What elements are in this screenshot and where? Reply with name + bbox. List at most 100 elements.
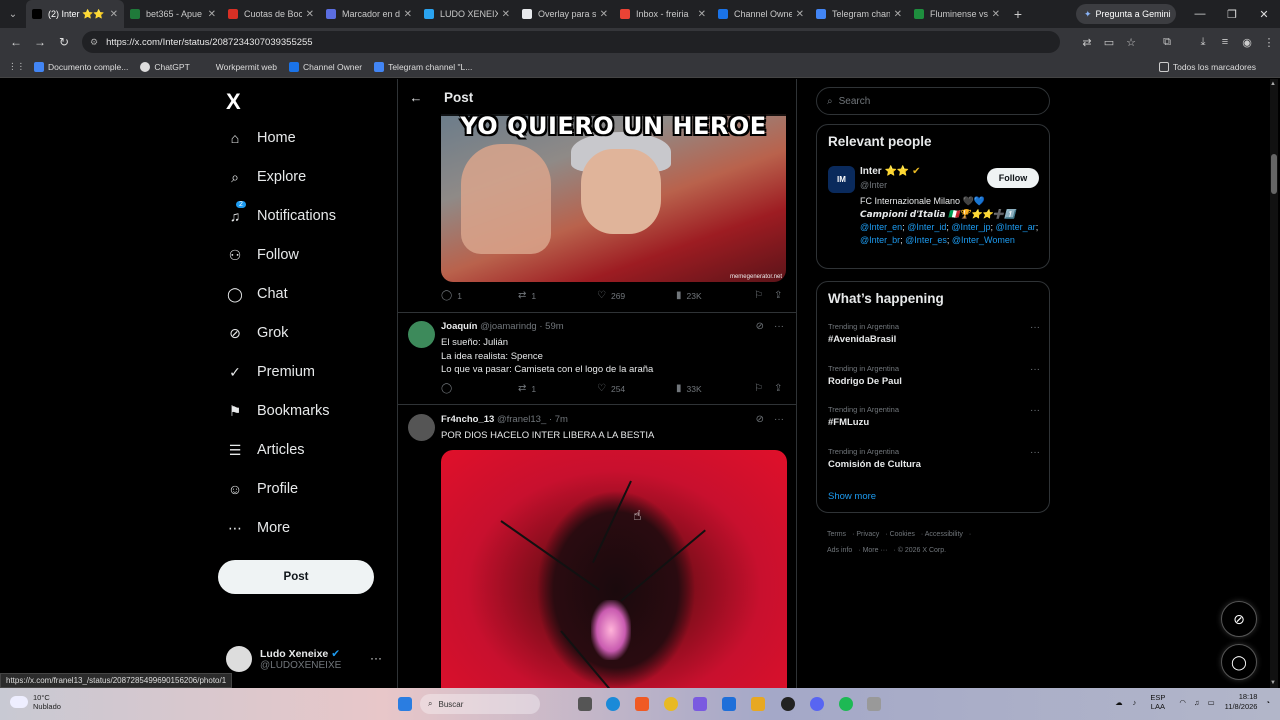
tab-close-icon[interactable]: ✕ — [894, 9, 902, 20]
menu-icon[interactable]: ⋮ — [1258, 36, 1280, 49]
volume-icon[interactable]: ♫ — [1194, 698, 1200, 707]
tab-close-icon[interactable]: ✕ — [306, 9, 314, 20]
tab-close-icon[interactable]: ✕ — [404, 9, 412, 20]
download-icon[interactable]: ⤓ — [1192, 36, 1214, 49]
task-view-icon[interactable] — [578, 697, 592, 711]
bookmark-star-icon[interactable]: ☆ — [1120, 36, 1142, 49]
sidebar-item-grok[interactable]: ⊘ Grok — [226, 324, 288, 342]
trend-more-icon[interactable]: ··· — [1030, 364, 1040, 375]
extensions-icon[interactable]: ⧉ — [1156, 36, 1178, 49]
translate-icon[interactable]: ⇄ — [1076, 36, 1098, 49]
forward-icon[interactable]: → — [28, 35, 52, 49]
browser-tab[interactable]: bet365 - Apue ✕ — [124, 0, 222, 28]
tab-close-icon[interactable]: ✕ — [502, 9, 510, 20]
tab-close-icon[interactable]: ✕ — [992, 9, 1000, 20]
cast-icon[interactable]: ▭ — [1098, 36, 1120, 49]
windows-start-icon[interactable] — [398, 697, 412, 711]
minimize-icon[interactable]: — — [1184, 8, 1216, 20]
tab-close-icon[interactable]: ✕ — [208, 9, 216, 20]
app-icon[interactable] — [693, 697, 707, 711]
tweet-time[interactable]: 7m — [555, 414, 568, 425]
browser-tab[interactable]: Marcador en d ✕ — [320, 0, 418, 28]
share-button[interactable]: ⇪ — [774, 290, 787, 301]
trend-item[interactable]: Trending in Argentina Comisión de Cultura… — [828, 447, 1040, 470]
follow-button[interactable]: Follow — [987, 168, 1039, 188]
repost-button[interactable]: ⇄ 1 — [518, 290, 536, 301]
taskbar-search[interactable]: ⌕ Buscar — [420, 694, 540, 714]
author-name[interactable]: Fr4ncho_13 — [441, 414, 494, 425]
footer-link[interactable]: More ··· — [863, 547, 888, 554]
discord-icon[interactable] — [810, 697, 824, 711]
trend-item[interactable]: Trending in Argentina #FMLuzu ··· — [828, 405, 1040, 428]
battery-icon[interactable]: ▭ — [1208, 698, 1215, 707]
views-button[interactable]: ▮ 33K — [676, 383, 702, 394]
app-icon[interactable] — [781, 697, 795, 711]
profile-link[interactable]: @Inter_br — [860, 235, 900, 245]
footer-link[interactable]: Privacy — [856, 531, 879, 538]
folder-icon[interactable] — [751, 697, 765, 711]
gemini-button[interactable]: ✦ Pregunta a Gemini — [1076, 4, 1176, 24]
profile-link[interactable]: @Inter_ar — [996, 222, 1036, 232]
meme-image[interactable]: YO QUIERO UN HEROE memegenerator.net — [441, 114, 786, 282]
scroll-up-icon[interactable]: ▲ — [1270, 81, 1276, 87]
tab-close-icon[interactable]: ✕ — [698, 9, 706, 20]
footer-link[interactable]: Terms — [827, 531, 846, 538]
all-bookmarks[interactable]: Todos los marcadores — [1158, 61, 1256, 72]
bookmark-item[interactable]: Documento comple... — [34, 61, 128, 72]
sidebar-item-notifications[interactable]: ♫ 2 Notifications — [226, 201, 336, 225]
apps-grid-icon[interactable]: ⋮⋮ — [8, 61, 25, 72]
sidebar-item-chat[interactable]: ◯ Chat — [226, 285, 287, 303]
chrome-icon[interactable] — [664, 697, 678, 711]
chat-fab-icon[interactable]: ◯ — [1221, 644, 1257, 680]
scroll-thumb[interactable] — [1271, 154, 1277, 194]
sidebar-item-premium[interactable]: ✓ Premium — [226, 363, 315, 381]
trend-item[interactable]: Trending in Argentina #AvenidaBrasil ··· — [828, 322, 1040, 345]
browser-tab[interactable]: Overlay para s ✕ — [516, 0, 614, 28]
inter-logo-icon[interactable]: IM — [828, 166, 855, 193]
store-icon[interactable] — [722, 697, 736, 711]
browser-tab[interactable]: Cuotas de Boc ✕ — [222, 0, 320, 28]
account-switcher[interactable]: Ludo Xeneixe ✔ @LUDOXENEIXE ··· — [226, 641, 386, 677]
weather-widget[interactable]: 10°C Nublado — [10, 693, 61, 711]
footer-link[interactable]: Accessibility — [925, 531, 963, 538]
scroll-down-icon[interactable]: ▼ — [1270, 680, 1276, 686]
grok-icon[interactable]: ⊘ — [756, 414, 764, 425]
browser-tab[interactable]: Channel Owne ✕ — [712, 0, 810, 28]
wifi-icon[interactable]: ◠ — [1179, 698, 1186, 707]
profile-link[interactable]: @Inter_jp — [951, 222, 990, 232]
trend-more-icon[interactable]: ··· — [1030, 405, 1040, 416]
like-button[interactable]: ♡ 254 — [597, 383, 625, 394]
account-more-icon[interactable]: ··· — [370, 651, 382, 665]
tweet-media-image[interactable] — [441, 450, 787, 688]
tab-close-icon[interactable]: ✕ — [110, 9, 118, 20]
profile-avatar-icon[interactable]: ◉ — [1236, 36, 1258, 49]
views-button[interactable]: ▮ 23K — [676, 290, 702, 301]
show-more-link[interactable]: Show more — [828, 491, 876, 502]
post-button[interactable]: Post — [218, 560, 374, 594]
trend-item[interactable]: Trending in Argentina Rodrigo De Paul ··· — [828, 364, 1040, 387]
trend-more-icon[interactable]: ··· — [1030, 447, 1040, 458]
edge-icon[interactable] — [606, 697, 620, 711]
grok-icon[interactable]: ⊘ — [756, 321, 764, 332]
like-button[interactable]: ♡ 269 — [597, 290, 625, 301]
sidebar-item-home[interactable]: ⌂ Home — [226, 129, 296, 147]
profile-link[interactable]: @Inter_en — [860, 222, 902, 232]
browser-tab[interactable]: Telegram chan ✕ — [810, 0, 908, 28]
repost-button[interactable]: ⇄ 1 — [518, 383, 536, 394]
author-name[interactable]: Joaquín — [441, 321, 477, 332]
bookmark-button[interactable]: ⚐ — [754, 290, 768, 301]
browser-tab[interactable]: LUDO XENEIXE ✕ — [418, 0, 516, 28]
reload-icon[interactable]: ↻ — [52, 35, 76, 49]
sidebar-item-bookmarks[interactable]: ⚑ Bookmarks — [226, 402, 330, 420]
bookmark-item[interactable]: Telegram channel "L... — [374, 61, 472, 72]
tweet-time[interactable]: 59m — [545, 321, 563, 332]
profile-link[interactable]: @Inter_id — [907, 222, 946, 232]
browser-tab[interactable]: (2) Inter ⭐⭐ ✕ — [26, 0, 124, 28]
browser-tab[interactable]: Fluminense vs ✕ — [908, 0, 1006, 28]
address-bar[interactable]: ⚙ https://x.com/Inter/status/20872343070… — [82, 31, 1060, 53]
browser-tab[interactable]: Inbox - freiria ✕ — [614, 0, 712, 28]
tab-close-icon[interactable]: ✕ — [600, 9, 608, 20]
profile-link[interactable]: @Inter_es — [905, 235, 947, 245]
site-info-icon[interactable]: ⚙ — [90, 37, 98, 48]
sidebar-item-profile[interactable]: ☺ Profile — [226, 480, 298, 498]
